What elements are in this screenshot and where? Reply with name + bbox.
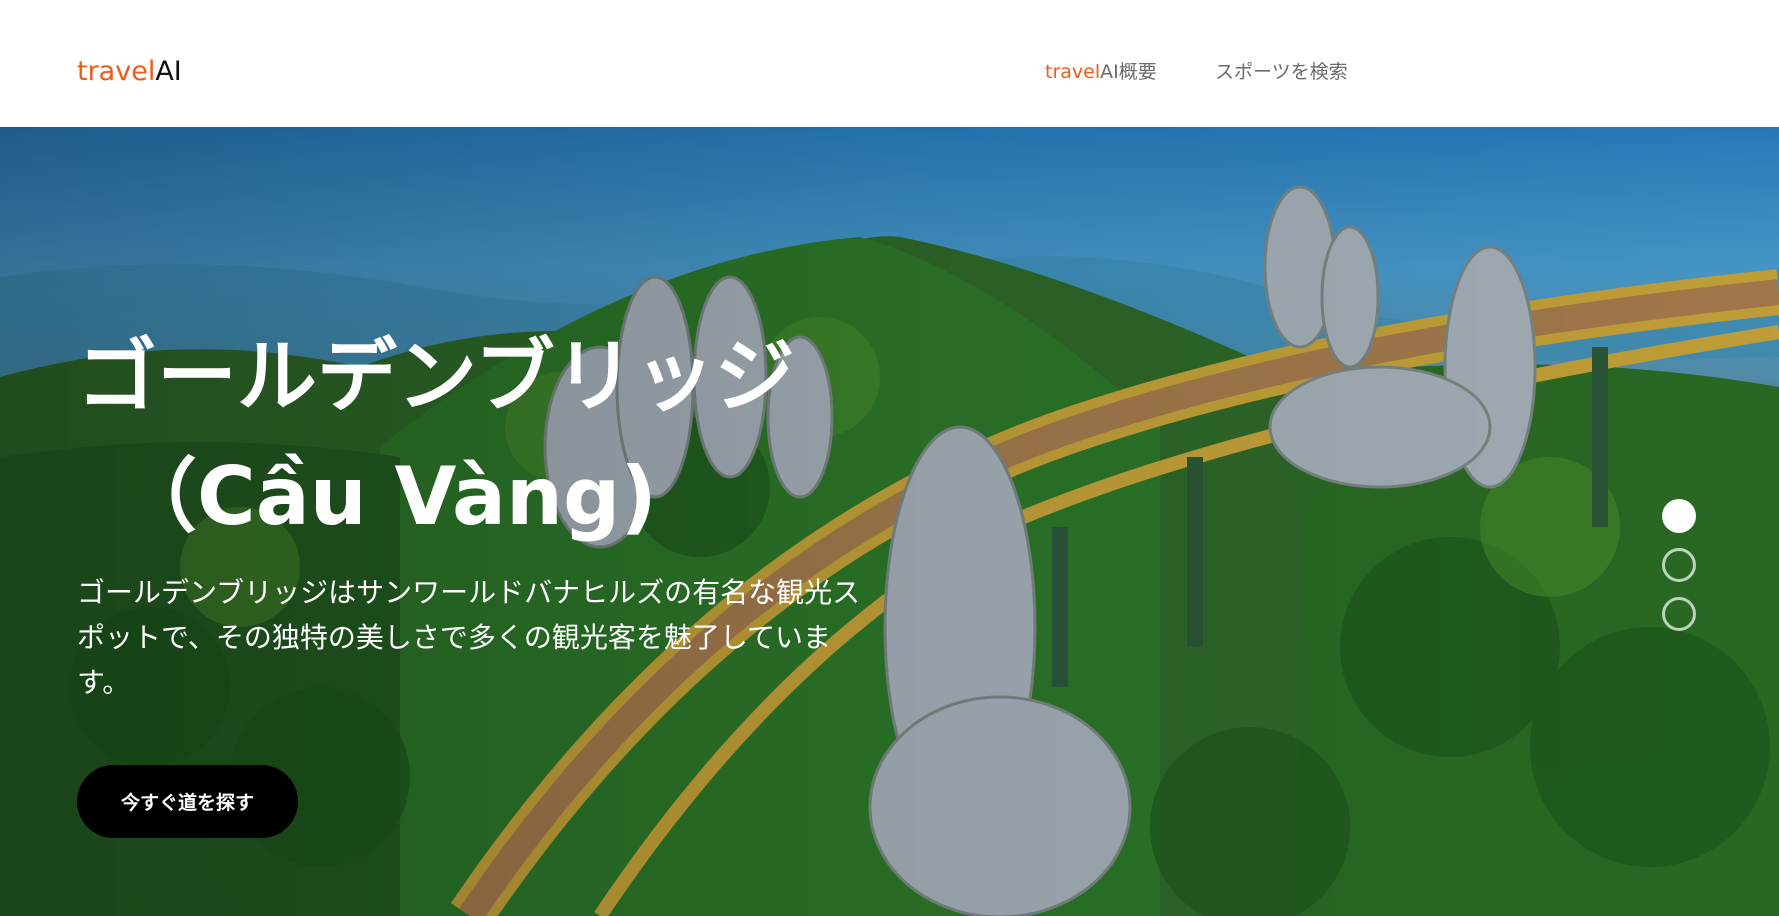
hero-title: ゴールデンブリッジ （Cầu Vàng) (77, 317, 857, 557)
logo-accent-text: travel (77, 56, 156, 87)
hero-carousel: ゴールデンブリッジ （Cầu Vàng) ゴールデンブリッジはサンワールドバナヒ… (0, 127, 1779, 916)
logo-rest-text: AI (155, 56, 182, 87)
carousel-dot-3[interactable] (1662, 597, 1696, 631)
hero-title-line-1: ゴールデンブリッジ (77, 330, 795, 423)
hero-description: ゴールデンブリッジはサンワールドバナヒルズの有名な観光スポットで、その独特の美し… (77, 576, 861, 699)
travelai-logo[interactable]: travelAI (77, 54, 182, 90)
carousel-dot-1[interactable] (1662, 499, 1696, 533)
nav-about-accent: travel (1045, 61, 1101, 83)
top-navbar: travelAI travelAI概要 スポーツを検索 (0, 0, 1779, 127)
find-route-button[interactable]: 今すぐ道を探す (77, 765, 298, 838)
hero-title-line-2: （Cầu Vàng) (117, 450, 657, 543)
nav-link-about[interactable]: travelAI概要 (1045, 59, 1157, 85)
nav-about-rest: AI概要 (1100, 61, 1157, 83)
carousel-dot-2[interactable] (1662, 548, 1696, 582)
nav-link-search-sports[interactable]: スポーツを検索 (1215, 59, 1348, 85)
